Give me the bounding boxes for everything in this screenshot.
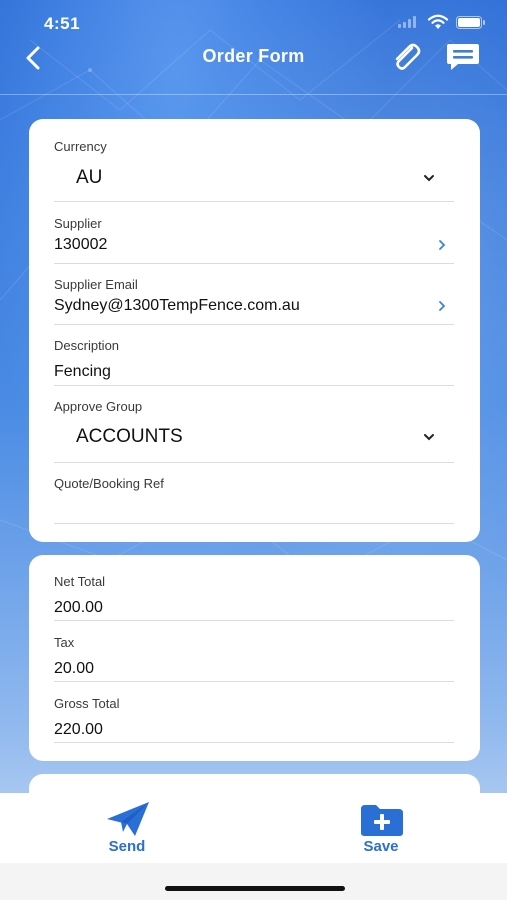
currency-label: Currency: [54, 139, 107, 154]
save-label: Save: [363, 838, 399, 855]
chevron-down-icon: [424, 434, 434, 441]
tax-field[interactable]: Tax 20.00: [54, 635, 454, 682]
net-total-label: Net Total: [54, 574, 106, 589]
net-total-value: 200.00: [54, 599, 103, 616]
gross-total-label: Gross Total: [54, 696, 120, 711]
folder-add-icon: [361, 805, 403, 836]
home-indicator: [165, 886, 345, 891]
send-paper-plane-icon: [107, 802, 149, 836]
paperclip-icon[interactable]: [388, 40, 424, 76]
send-label: Send: [108, 838, 146, 855]
quote-ref-field[interactable]: Quote/Booking Ref: [54, 476, 454, 524]
approve-group-select[interactable]: Approve Group ACCOUNTS: [54, 399, 454, 463]
gross-total-value: 220.00: [54, 721, 103, 738]
status-time: 4:51: [44, 14, 81, 33]
chevron-down-icon: [424, 175, 434, 182]
save-button[interactable]: Save: [326, 793, 436, 863]
chat-bubble-icon[interactable]: [446, 42, 480, 72]
supplier-label: Supplier: [54, 216, 102, 231]
gross-total-field[interactable]: Gross Total 220.00: [54, 696, 454, 743]
supplier-email-label: Supplier Email: [54, 277, 138, 292]
currency-select[interactable]: Currency AU: [54, 139, 454, 202]
net-total-field[interactable]: Net Total 200.00: [54, 574, 454, 621]
bottom-action-bar: Send Save: [0, 793, 507, 863]
chevron-right-icon: [439, 240, 446, 250]
chevron-right-icon: [439, 301, 446, 311]
cellular-signal-icon: [398, 16, 416, 28]
totals-card: Net Total 200.00 Tax 20.00 Gross Total 2…: [29, 555, 480, 761]
quote-ref-label: Quote/Booking Ref: [54, 476, 164, 491]
supplier-value: 130002: [54, 236, 108, 253]
approve-group-label: Approve Group: [54, 399, 143, 414]
supplier-email-value: Sydney@1300TempFence.com.au: [54, 297, 300, 314]
description-label: Description: [54, 338, 120, 353]
description-field[interactable]: Description Fencing: [54, 338, 454, 386]
battery-icon: [456, 16, 485, 29]
home-indicator-area: [0, 863, 507, 900]
description-value: Fencing: [54, 363, 111, 380]
approve-group-value: ACCOUNTS: [76, 426, 183, 447]
tax-value: 20.00: [54, 660, 95, 677]
currency-value: AU: [76, 167, 103, 188]
send-button[interactable]: Send: [72, 793, 182, 863]
tax-label: Tax: [54, 635, 75, 650]
page-title: Order Form: [202, 46, 305, 66]
supplier-field[interactable]: Supplier 130002: [54, 216, 454, 264]
nav-divider: [0, 94, 507, 95]
navigation-bar: Order Form: [0, 34, 507, 94]
order-details-card: Currency AU Supplier 130002 Supplier Ema…: [29, 119, 480, 542]
wifi-icon: [427, 14, 449, 29]
supplier-email-field[interactable]: Supplier Email Sydney@1300TempFence.com.…: [54, 277, 454, 325]
